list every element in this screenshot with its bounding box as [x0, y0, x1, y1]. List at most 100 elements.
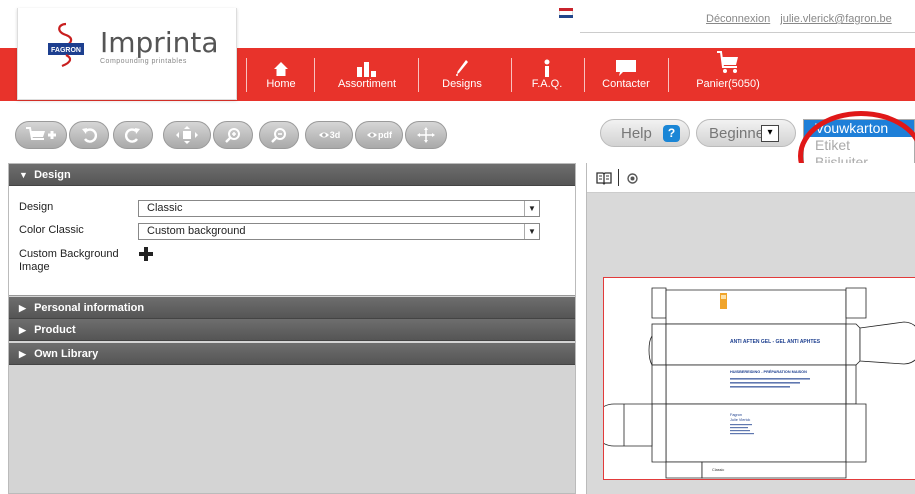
preview-subheading: HUISBEREIDING - PRÉPARATION MAISON	[730, 369, 807, 374]
undo-button[interactable]	[69, 121, 109, 149]
view-pdf-button[interactable]: pdf	[355, 121, 403, 149]
move-icon	[417, 127, 435, 143]
nav-separator	[314, 58, 315, 92]
app-root: FAGRON Imprinta Compounding printables D…	[0, 0, 915, 494]
chevron-down-icon[interactable]: ▾	[761, 125, 779, 142]
home-icon	[274, 62, 288, 76]
type-option-vouwkarton[interactable]: Vouwkarton	[804, 120, 914, 137]
design-select-value: Classic	[147, 202, 183, 214]
zoom-out-button[interactable]	[259, 121, 299, 149]
pan-icon	[176, 126, 198, 144]
design-select[interactable]: Classic ▼	[138, 200, 540, 217]
brand-logo[interactable]: FAGRON Imprinta Compounding printables	[17, 8, 237, 100]
nav-separator	[584, 58, 585, 92]
section-library-header[interactable]: ▶ Own Library	[9, 343, 575, 365]
chevron-down-icon: ▼	[524, 224, 539, 239]
color-field-label: Color Classic	[19, 224, 84, 236]
view-3d-icon	[318, 132, 329, 138]
chevron-down-icon: ▼	[524, 201, 539, 216]
brand-subtitle: Compounding printables	[100, 58, 187, 65]
redo-icon	[125, 128, 140, 143]
user-links: Déconnexion julie.vlerick@fagron.be	[706, 13, 899, 25]
section-library-title: Own Library	[34, 348, 99, 360]
color-select[interactable]: Custom background ▼	[138, 223, 540, 240]
section-personal-header[interactable]: ▶ Personal information	[9, 297, 575, 319]
info-icon	[544, 59, 550, 77]
nav-designs[interactable]: Designs	[426, 48, 498, 101]
section-design-header[interactable]: ▼ Design	[9, 164, 575, 186]
nav-panier-label: Panier(5050)	[696, 78, 760, 90]
help-button[interactable]: Help ?	[600, 119, 690, 147]
level-select[interactable]: Beginner ▾	[696, 119, 796, 147]
add-background-plus-icon[interactable]	[139, 247, 153, 261]
nav-separator	[246, 58, 247, 92]
bar-chart-icon	[357, 62, 376, 77]
logout-link[interactable]: Déconnexion	[706, 13, 770, 25]
preview-design-name: Classic	[712, 468, 724, 472]
header-divider	[580, 32, 915, 33]
nav-faq[interactable]: F.A.Q.	[519, 48, 575, 101]
section-product-title: Product	[34, 324, 76, 336]
view-3d-button[interactable]: 3d	[305, 121, 353, 149]
book-view-icon[interactable]	[596, 171, 612, 185]
triangle-down-icon: ▼	[19, 170, 28, 180]
section-product-header[interactable]: ▶ Product	[9, 319, 575, 341]
editor-panel: ▼ Design Design Classic ▼ Color Classic …	[8, 163, 576, 494]
section-personal-title: Personal information	[34, 302, 145, 314]
background-image-label-line-1: Custom Background	[19, 248, 119, 260]
move-button[interactable]	[405, 121, 447, 149]
design-preview-sheet[interactable]: ANTI AFTEN GEL - GEL ANTI APHTES HUISBER…	[603, 277, 915, 480]
nav-home-label: Home	[266, 78, 296, 90]
preview-pharmacist: Julie Vlerick	[730, 418, 750, 422]
fagron-logo-text: FAGRON	[51, 47, 81, 54]
help-question-icon: ?	[663, 125, 680, 142]
preview-product-title: ANTI AFTEN GEL - GEL ANTI APHTES	[730, 339, 821, 345]
chat-icon	[616, 60, 636, 76]
triangle-right-icon: ▶	[19, 349, 26, 359]
add-to-cart-icon	[26, 127, 56, 140]
nav-separator	[418, 58, 419, 92]
folding-box-dieline: ANTI AFTEN GEL - GEL ANTI APHTES HUISBER…	[604, 287, 915, 479]
user-email-link[interactable]: julie.vlerick@fagron.be	[780, 13, 891, 25]
nav-contacter-label: Contacter	[602, 78, 650, 90]
undo-icon	[82, 128, 97, 143]
background-image-label: Custom Background Image	[19, 248, 119, 274]
brand-title: Imprinta	[100, 26, 219, 59]
design-section-body: Design Classic ▼ Color Classic Custom ba…	[9, 186, 575, 296]
fagron-logo-icon: FAGRON	[48, 22, 84, 68]
nav-panier[interactable]: Panier(5050)	[678, 48, 778, 101]
nav-home[interactable]: Home	[255, 48, 307, 101]
dutch-flag-icon[interactable]	[559, 8, 573, 18]
type-option-etiket[interactable]: Etiket	[804, 137, 914, 154]
background-image-label-line-2: Image	[19, 261, 50, 273]
preview-panel: ANTI AFTEN GEL - GEL ANTI APHTES HUISBER…	[586, 163, 915, 494]
nav-separator	[668, 58, 669, 92]
pen-icon	[456, 60, 468, 76]
triangle-right-icon: ▶	[19, 325, 26, 335]
section-design-title: Design	[34, 169, 71, 181]
zoom-out-icon	[271, 128, 286, 143]
design-field-label: Design	[19, 201, 54, 213]
nav-separator	[511, 58, 512, 92]
nav-contacter[interactable]: Contacter	[592, 48, 660, 101]
nav-faq-label: F.A.Q.	[531, 78, 563, 90]
triangle-right-icon: ▶	[19, 303, 26, 313]
toolbar-divider	[618, 169, 619, 186]
target-view-icon[interactable]	[627, 173, 638, 184]
help-label: Help	[621, 124, 652, 142]
view-pdf-icon	[367, 132, 377, 138]
add-to-cart-button[interactable]	[15, 121, 67, 149]
zoom-in-icon	[225, 128, 240, 143]
preview-pharmacy: Fagron	[730, 413, 742, 417]
cart-icon	[717, 51, 738, 73]
nav-designs-label: Designs	[442, 78, 482, 90]
view-pdf-label: pdf	[378, 130, 392, 140]
redo-button[interactable]	[113, 121, 153, 149]
color-select-value: Custom background	[147, 225, 246, 237]
preview-toolbar	[587, 163, 915, 193]
view-3d-label: 3d	[329, 130, 341, 140]
pan-button[interactable]	[163, 121, 211, 149]
nav-assortiment-label: Assortiment	[337, 78, 397, 90]
zoom-in-button[interactable]	[213, 121, 253, 149]
nav-assortiment[interactable]: Assortiment	[322, 48, 412, 101]
